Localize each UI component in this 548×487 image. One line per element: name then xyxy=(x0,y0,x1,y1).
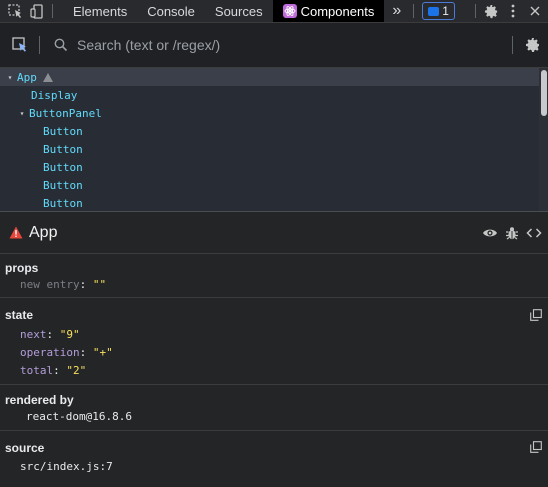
tab-separator xyxy=(413,4,415,18)
component-search-bar: Search (text or /regex/) xyxy=(0,23,548,68)
tab-components[interactable]: Components xyxy=(272,0,385,22)
copy-icon[interactable] xyxy=(530,309,542,321)
renderer-name: react-dom@16.8.6 xyxy=(26,410,132,423)
tree-item-label: Button xyxy=(43,142,83,156)
tree-item-label: Button xyxy=(43,178,83,192)
devtools-tabbar: Elements Console Sources Components » 1 xyxy=(0,0,548,23)
source-location-link[interactable]: src/index.js:7 xyxy=(20,460,113,473)
inspect-element-icon[interactable] xyxy=(4,0,26,22)
message-icon xyxy=(428,6,440,16)
tree-item-button[interactable]: Button xyxy=(0,194,539,211)
state-value[interactable]: "+" xyxy=(93,346,113,359)
device-toolbar-icon[interactable] xyxy=(26,0,48,22)
tree-item-display[interactable]: Display xyxy=(0,86,539,104)
tab-separator xyxy=(52,4,53,18)
source-title: source xyxy=(5,441,45,455)
state-value[interactable]: "2" xyxy=(66,364,86,377)
tree-item-label: ButtonPanel xyxy=(29,106,102,120)
tree-item-button[interactable]: Button xyxy=(0,122,539,140)
props-title: props xyxy=(5,261,39,275)
tab-separator xyxy=(475,4,476,18)
tree-item-label: Button xyxy=(43,124,83,138)
search-separator xyxy=(512,36,513,54)
tree-item-button[interactable]: Button xyxy=(0,176,539,194)
error-warning-icon xyxy=(9,226,23,239)
eye-icon[interactable] xyxy=(482,225,498,241)
tree-item-label: Button xyxy=(43,160,83,174)
state-key: operation xyxy=(20,346,80,359)
tab-components-label: Components xyxy=(300,3,375,19)
settings-gear-icon[interactable] xyxy=(480,0,502,22)
tree-scrollbar[interactable] xyxy=(539,68,548,211)
props-section: props new entry: "" xyxy=(0,254,548,298)
tab-sources[interactable]: Sources xyxy=(205,0,273,22)
state-row[interactable]: next: "9" xyxy=(20,328,80,341)
copy-icon[interactable] xyxy=(530,441,542,453)
search-input[interactable]: Search (text or /regex/) xyxy=(77,37,508,53)
component-tree: ▾ App Display ▾ ButtonPanel Button Butto… xyxy=(0,68,539,211)
tab-console[interactable]: Console xyxy=(137,0,205,22)
rendered-by-title: rendered by xyxy=(5,393,74,407)
state-value[interactable]: "9" xyxy=(60,328,80,341)
state-row[interactable]: total: "2" xyxy=(20,364,86,377)
tree-item-label: App xyxy=(17,70,37,84)
warning-icon xyxy=(42,72,53,82)
tree-scrollbar-thumb[interactable] xyxy=(541,70,547,116)
state-section: state next: "9" operation: "+" total: "2… xyxy=(0,298,548,385)
tree-item-button[interactable]: Button xyxy=(0,158,539,176)
new-entry-row[interactable]: new entry: "" xyxy=(20,278,106,291)
tree-item-app[interactable]: ▾ App xyxy=(0,68,539,86)
inspected-element-header: App xyxy=(0,212,548,254)
tab-elements[interactable]: Elements xyxy=(63,0,137,22)
collapse-caret-icon[interactable]: ▾ xyxy=(17,109,27,118)
collapse-caret-icon[interactable]: ▾ xyxy=(5,73,15,82)
search-separator xyxy=(39,36,40,54)
view-source-icon[interactable] xyxy=(526,225,542,241)
source-section: source src/index.js:7 xyxy=(0,431,548,487)
rendered-by-section: rendered by react-dom@16.8.6 xyxy=(0,385,548,431)
component-settings-gear-icon[interactable] xyxy=(525,37,541,53)
state-key: total xyxy=(20,364,54,377)
select-element-icon[interactable] xyxy=(11,36,29,54)
prop-key: new entry xyxy=(20,278,80,291)
tree-item-label: Button xyxy=(43,196,83,210)
state-title: state xyxy=(5,308,34,322)
tree-item-button[interactable]: Button xyxy=(0,140,539,158)
bug-icon[interactable] xyxy=(504,225,520,241)
state-key: next xyxy=(20,328,47,341)
close-icon[interactable] xyxy=(524,0,546,22)
state-row[interactable]: operation: "+" xyxy=(20,346,113,359)
react-logo-icon xyxy=(282,4,297,18)
tree-item-buttonpanel[interactable]: ▾ ButtonPanel xyxy=(0,104,539,122)
issues-badge[interactable]: 1 xyxy=(422,2,455,20)
prop-value[interactable]: "" xyxy=(93,278,106,291)
tree-item-label: Display xyxy=(31,88,78,102)
more-options-icon[interactable] xyxy=(502,0,524,22)
more-tabs-button[interactable]: » xyxy=(384,0,409,22)
search-icon xyxy=(54,38,68,52)
inspected-component-name: App xyxy=(29,223,58,241)
issues-count: 1 xyxy=(442,4,449,18)
